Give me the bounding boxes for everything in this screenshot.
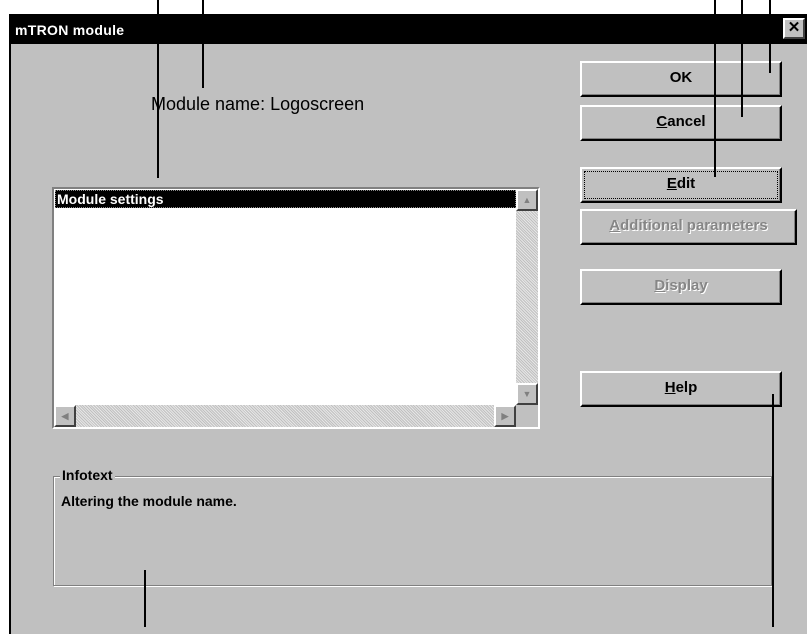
cancel-button-label: Cancel [656,113,706,130]
display-button[interactable]: Display [580,269,782,305]
ok-button-label: OK [669,69,693,86]
vertical-scrollbar[interactable]: ▲ ▼ [516,189,538,405]
close-icon: ✕ [787,19,801,36]
callout-line-ok [769,0,771,73]
help-button-label: Help [664,379,698,396]
additional-parameters-label: Additional parameters [609,217,768,234]
callout-line-cancel [741,0,743,117]
callout-line-help [772,394,774,627]
scroll-left-icon[interactable]: ◀ [54,405,76,427]
display-button-label: Display [654,277,708,294]
edit-button-label: Edit [666,175,696,192]
help-button[interactable]: Help [580,371,782,407]
scroll-up-icon[interactable]: ▲ [516,189,538,211]
callout-line-edit [714,0,716,177]
callout-line-infotext [144,570,146,627]
callout-line-listbox [157,0,159,178]
horizontal-scrollbar[interactable]: ◀ ▶ [54,405,516,427]
mtron-module-dialog: mTRON module ✕ Module name: Logoscreen O… [9,14,807,634]
listbox-content: Module settings [54,189,516,405]
cancel-button[interactable]: Cancel [580,105,782,141]
scroll-down-icon[interactable]: ▼ [516,383,538,405]
scrollbar-corner [516,405,538,427]
callout-line-module-name [202,0,204,88]
list-item[interactable]: Module settings [55,190,516,208]
module-settings-listbox[interactable]: Module settings ▲ ▼ ◀ ▶ [52,187,540,429]
infotext-groupbox: Infotext Altering the module name. [53,467,772,586]
ok-button[interactable]: OK [580,61,782,97]
edit-button[interactable]: Edit [580,167,782,203]
additional-parameters-button[interactable]: Additional parameters [580,209,797,245]
close-button[interactable]: ✕ [783,18,805,39]
scroll-right-icon[interactable]: ▶ [494,405,516,427]
infotext-label: Infotext [60,467,115,483]
infotext-message: Altering the module name. [61,493,237,509]
title-bar[interactable]: mTRON module ✕ [11,16,807,44]
window-title: mTRON module [15,22,125,38]
module-name-label: Module name: Logoscreen [151,94,365,114]
